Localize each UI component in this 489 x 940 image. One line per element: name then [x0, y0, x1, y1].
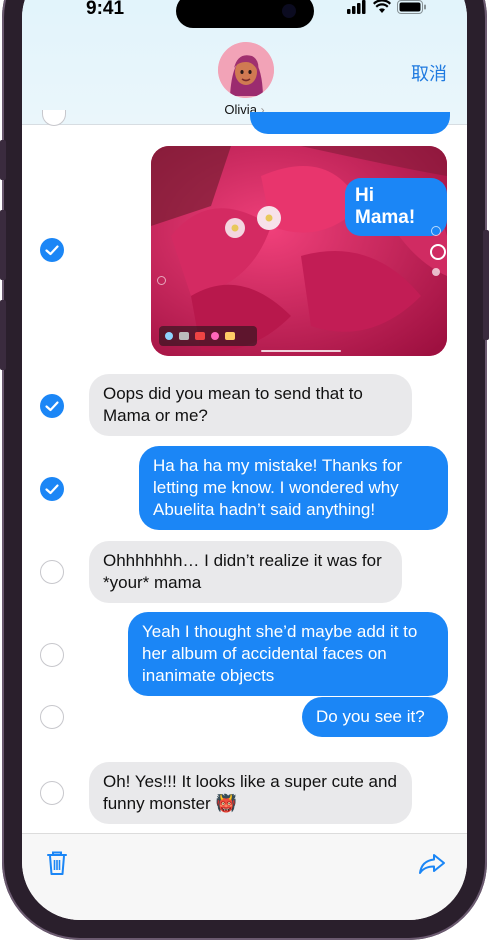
tool-icon-5 [225, 332, 235, 340]
side-button [0, 140, 6, 180]
status-icons [347, 0, 427, 14]
message-bubble-outgoing[interactable]: Ha ha ha my mistake! Thanks for letting … [139, 446, 448, 530]
sticker-text: Hi Mama! [355, 185, 416, 228]
message-bubble-incoming[interactable]: Ohhhhhhh… I didn’t realize it was for *y… [89, 541, 402, 603]
checkmark-icon [45, 484, 59, 495]
sticker-dot-icon [432, 268, 440, 276]
select-circle-message-3[interactable] [40, 560, 64, 584]
photo-message[interactable]: Hi Mama! [151, 146, 447, 356]
checkmark-icon [45, 401, 59, 412]
tool-icon-1 [165, 332, 173, 340]
camera-icon [282, 4, 296, 18]
message-bubble-outgoing[interactable]: Do you see it? [302, 697, 448, 737]
power-button [483, 230, 489, 340]
selection-toolbar [22, 833, 467, 920]
cancel-button[interactable]: 取消 [411, 60, 447, 86]
message-bubble-incoming[interactable]: Oops did you mean to send that to Mama o… [89, 374, 412, 436]
edit-dot-icon [431, 226, 441, 236]
phone-frame: 9:41 Olivia › 取消 Hi Mama! Oops did you m… [0, 0, 489, 940]
dynamic-island [176, 0, 314, 28]
select-circle-message-1[interactable] [40, 394, 64, 418]
message-bubble-incoming[interactable]: Oh! Yes!!! It looks like a super cute an… [89, 762, 412, 824]
select-circle-message-6[interactable] [40, 781, 64, 805]
photo-mini-toolbar [159, 326, 257, 346]
select-circle-message-4[interactable] [40, 643, 64, 667]
select-circle-photo[interactable] [40, 238, 64, 262]
volume-up-button [0, 210, 6, 280]
home-indicator-line [261, 350, 341, 352]
conversation-header: 9:41 Olivia › 取消 [22, 0, 467, 125]
share-arrow-icon[interactable] [418, 852, 446, 876]
message-text: Ha ha ha my mistake! Thanks for letting … [153, 456, 403, 519]
signal-icon [347, 0, 366, 14]
checkmark-icon [45, 245, 59, 256]
color-picker-icon [430, 244, 446, 260]
previous-message-bubble [250, 112, 450, 134]
select-circle-message-5[interactable] [40, 705, 64, 729]
trash-icon[interactable] [46, 850, 68, 876]
tool-icon-4 [211, 332, 219, 340]
message-text: Do you see it? [316, 707, 425, 726]
screen: 9:41 Olivia › 取消 Hi Mama! Oops did you m… [22, 0, 467, 920]
status-time: 9:41 [86, 0, 125, 19]
volume-down-button [0, 300, 6, 370]
message-text: Oh! Yes!!! It looks like a super cute an… [103, 772, 397, 813]
contact-avatar[interactable] [218, 42, 274, 98]
message-text: Oops did you mean to send that to Mama o… [103, 384, 363, 425]
message-bubble-outgoing[interactable]: Yeah I thought she’d maybe add it to her… [128, 612, 448, 696]
select-circle-message-2[interactable] [40, 477, 64, 501]
battery-icon [397, 0, 426, 14]
edit-dot-left-icon [157, 276, 166, 285]
memoji-icon [218, 42, 274, 98]
tool-icon-2 [179, 332, 189, 340]
tool-icon-3 [195, 332, 205, 340]
message-text: Yeah I thought she’d maybe add it to her… [142, 622, 418, 685]
message-text: Ohhhhhhh… I didn’t realize it was for *y… [103, 551, 382, 592]
wifi-icon [373, 0, 391, 13]
